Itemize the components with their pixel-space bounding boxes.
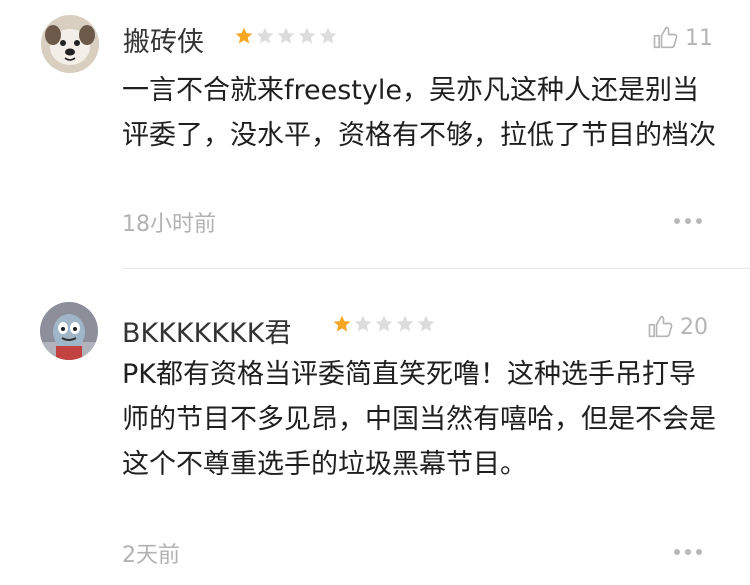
star-filled-icon xyxy=(333,315,351,332)
username[interactable]: 搬砖侠 xyxy=(123,20,204,59)
rating-stars xyxy=(234,26,338,46)
star-empty-icon xyxy=(319,27,337,44)
star-empty-icon xyxy=(417,315,435,332)
like-button[interactable]: 11 xyxy=(651,24,713,52)
rating-stars xyxy=(332,314,436,334)
user-avatar[interactable] xyxy=(41,15,99,73)
comment-time: 18小时前 xyxy=(122,212,216,237)
dog-avatar-icon xyxy=(41,15,99,73)
comment-text: 一言不合就来freestyle，吴亦凡这种人还是别当评委了，没水平，资格有不够，… xyxy=(122,75,716,151)
like-count: 11 xyxy=(685,25,713,51)
like-button[interactable]: 20 xyxy=(646,313,708,341)
comment-text: PK都有资格当评委简直笑死噜！这种选手吊打导师的节目不多见昂，中国当然有嘻哈，但… xyxy=(122,359,716,480)
divider xyxy=(122,268,750,269)
star-empty-icon xyxy=(298,27,316,44)
comment-time: 2天前 xyxy=(122,543,180,568)
star-filled-icon xyxy=(235,27,253,44)
comment-item: BKKKKKKK君 20 PK都有资格当评委简直笑死噜！这种选手吊打导师的节目不… xyxy=(0,270,750,585)
thumbs-up-icon xyxy=(653,26,678,49)
cartoon-bird-avatar-icon xyxy=(40,302,98,360)
user-avatar[interactable] xyxy=(40,302,98,360)
star-empty-icon xyxy=(277,27,295,44)
more-options-icon[interactable] xyxy=(674,218,702,224)
star-empty-icon xyxy=(396,315,414,332)
star-empty-icon xyxy=(256,27,274,44)
username[interactable]: BKKKKKKK君 xyxy=(122,311,291,350)
star-empty-icon xyxy=(354,315,372,332)
star-empty-icon xyxy=(375,315,393,332)
more-options-icon[interactable] xyxy=(674,549,702,555)
comment-item: 搬砖侠 11 一言不合就来freestyle，吴亦凡这种人还是别当评委了，没水平… xyxy=(0,0,750,268)
thumbs-up-icon xyxy=(648,315,673,338)
like-count: 20 xyxy=(680,314,708,340)
